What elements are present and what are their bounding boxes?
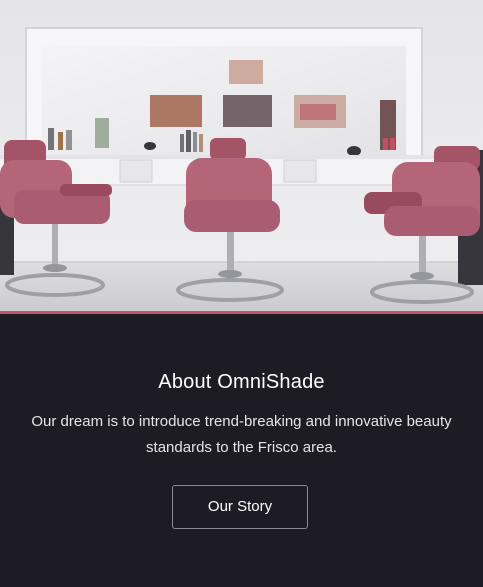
- about-description: Our dream is to introduce trend-breaking…: [31, 413, 452, 456]
- salon-interior-photo: [0, 0, 483, 311]
- about-section: About OmniShade Our dream is to introduc…: [0, 314, 483, 587]
- our-story-button[interactable]: Our Story: [172, 485, 308, 529]
- hero-section: [0, 0, 483, 311]
- about-title: About OmniShade: [158, 371, 325, 393]
